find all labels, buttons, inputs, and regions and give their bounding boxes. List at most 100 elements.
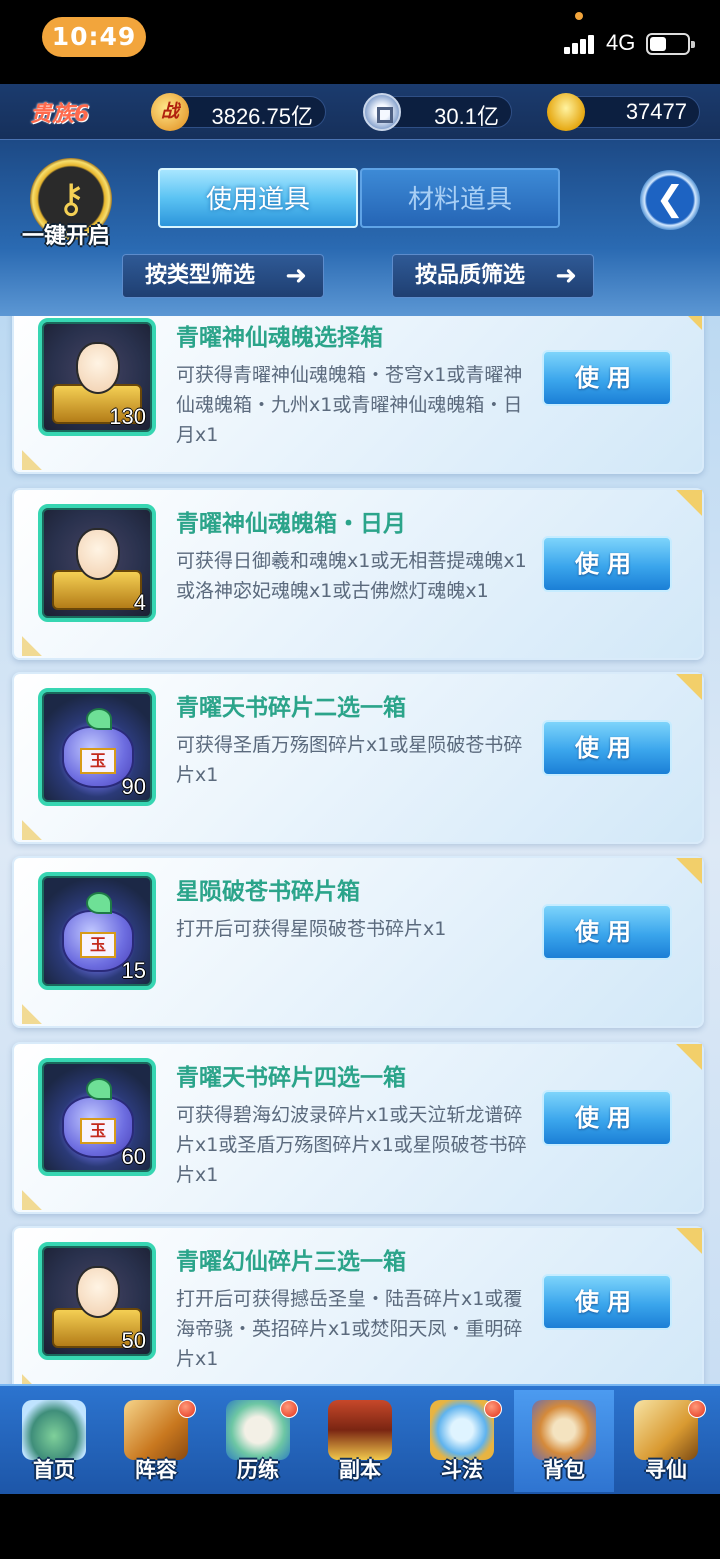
power-value: 3826.75亿 xyxy=(211,104,313,129)
status-bar: 10:49 4G xyxy=(0,0,720,84)
item-description: 可获得日御羲和魂魄x1或无相菩提魂魄x1或洛神宓妃魂魄x1或古佛燃灯魂魄x1 xyxy=(176,550,527,602)
bottom-nav: 首页 阵容 历练 副本 斗法 背包 寻仙 xyxy=(0,1384,720,1494)
use-button[interactable]: 使用 xyxy=(542,1274,672,1330)
nav-label: 阵容 xyxy=(135,1458,177,1482)
resource-bar: 贵族6 战 3826.75亿 30.1亿 37477 xyxy=(0,84,720,140)
tab-use-items[interactable]: 使用道具 xyxy=(158,168,358,228)
back-button[interactable]: ❮ xyxy=(640,170,700,230)
status-time: 10:49 xyxy=(42,17,146,57)
bag-mark: 玉 xyxy=(80,932,116,958)
corner-ornament xyxy=(668,490,702,520)
item-description: 打开后可获得撼岳圣皇・陆吾碎片x1或覆海帝骁・英招碎片x1或焚阳天凤・重明碎片x… xyxy=(176,1288,523,1370)
home-island-icon xyxy=(22,1400,86,1460)
use-button[interactable]: 使用 xyxy=(542,720,672,776)
bag-mark: 玉 xyxy=(80,748,116,774)
item-name: 青曜神仙魂魄箱・日月 xyxy=(176,511,406,537)
back-arrow-icon: ❮ xyxy=(655,179,685,219)
portrait-icon xyxy=(76,1266,120,1318)
dungeon-gate-icon xyxy=(328,1400,392,1460)
nav-label: 斗法 xyxy=(441,1458,483,1482)
gold-value: 37477 xyxy=(625,99,687,124)
system-gesture-area xyxy=(0,1494,720,1559)
corner-ornament xyxy=(668,1228,702,1258)
item-card: 130 青曜神仙魂魄选择箱 可获得青曜神仙魂魄箱・苍穹x1或青曜神仙魂魄箱・九州… xyxy=(12,316,704,474)
coin-value: 30.1亿 xyxy=(434,104,499,129)
use-button[interactable]: 使用 xyxy=(542,1090,672,1146)
notification-dot xyxy=(688,1400,706,1418)
network-type: 4G xyxy=(606,30,636,55)
nav-seek-immortal[interactable]: 寻仙 xyxy=(616,1390,716,1492)
item-card: 50 青曜幻仙碎片三选一箱 打开后可获得撼岳圣皇・陆吾碎片x1或覆海帝骁・英招碎… xyxy=(12,1226,704,1384)
bag-header: ⚷ 一键开启 使用道具 材料道具 ❮ 按类型筛选 ➜ 按品质筛选 ➜ xyxy=(0,140,720,320)
item-count: 50 xyxy=(121,1328,146,1353)
use-button[interactable]: 使用 xyxy=(542,350,672,406)
item-list[interactable]: 130 青曜神仙魂魄选择箱 可获得青曜神仙魂魄箱・苍穹x1或青曜神仙魂魄箱・九州… xyxy=(0,316,720,1384)
corner-ornament xyxy=(668,316,702,334)
nav-label: 副本 xyxy=(339,1458,381,1482)
nav-label: 历练 xyxy=(237,1458,279,1482)
filter-by-quality-button[interactable]: 按品质筛选 ➜ xyxy=(392,254,594,298)
arrow-right-icon: ➜ xyxy=(555,261,577,291)
battery-icon xyxy=(646,33,695,55)
item-count: 15 xyxy=(121,958,146,983)
item-icon[interactable]: 50 xyxy=(38,1242,156,1360)
nav-label: 寻仙 xyxy=(645,1458,687,1482)
nav-training[interactable]: 历练 xyxy=(208,1390,308,1492)
nav-label: 首页 xyxy=(33,1458,75,1482)
item-icon[interactable]: 玉 15 xyxy=(38,872,156,990)
nav-bag[interactable]: 背包 xyxy=(514,1390,614,1492)
leaf-icon xyxy=(86,892,112,914)
power-counter: 战 3826.75亿 xyxy=(151,93,326,131)
nav-dungeon[interactable]: 副本 xyxy=(310,1390,410,1492)
corner-ornament xyxy=(22,814,52,840)
item-name: 青曜幻仙碎片三选一箱 xyxy=(176,1249,406,1275)
item-description: 可获得青曜神仙魂魄箱・苍穹x1或青曜神仙魂魄箱・九州x1或青曜神仙魂魄箱・日月x… xyxy=(176,364,523,446)
item-card: 4 青曜神仙魂魄箱・日月 可获得日御羲和魂魄x1或无相菩提魂魄x1或洛神宓妃魂魄… xyxy=(12,488,704,660)
item-description: 打开后可获得星陨破苍书碎片x1 xyxy=(176,918,447,940)
corner-ornament xyxy=(668,1044,702,1074)
item-count: 130 xyxy=(109,404,146,429)
item-icon[interactable]: 130 xyxy=(38,318,156,436)
coin-counter: 30.1亿 xyxy=(363,93,512,131)
one-key-open-label[interactable]: 一键开启 xyxy=(22,218,110,250)
item-count: 90 xyxy=(121,774,146,799)
use-button[interactable]: 使用 xyxy=(542,904,672,960)
filter-by-type-button[interactable]: 按类型筛选 ➜ xyxy=(122,254,324,298)
notification-dot xyxy=(280,1400,298,1418)
use-button[interactable]: 使用 xyxy=(542,536,672,592)
portrait-icon xyxy=(76,528,120,580)
power-icon: 战 xyxy=(151,93,189,131)
tab-material-items[interactable]: 材料道具 xyxy=(360,168,560,228)
corner-ornament xyxy=(668,858,702,888)
item-description: 可获得碧海幻波录碎片x1或天泣斩龙谱碎片x1或圣盾万殇图碎片x1或星陨破苍书碎片… xyxy=(176,1104,527,1186)
filter-by-quality-label: 按品质筛选 xyxy=(415,263,526,288)
coin-icon xyxy=(363,93,401,131)
item-icon[interactable]: 玉 60 xyxy=(38,1058,156,1176)
item-name: 青曜天书碎片四选一箱 xyxy=(176,1065,406,1091)
nav-home[interactable]: 首页 xyxy=(4,1390,104,1492)
item-count: 4 xyxy=(133,590,146,615)
gold-counter: 37477 xyxy=(547,93,700,131)
arrow-right-icon: ➜ xyxy=(285,261,307,291)
filter-by-type-label: 按类型筛选 xyxy=(145,263,256,288)
corner-ornament xyxy=(22,444,52,470)
item-count: 60 xyxy=(121,1144,146,1169)
item-card: 玉 60 青曜天书碎片四选一箱 可获得碧海幻波录碎片x1或天泣斩龙谱碎片x1或圣… xyxy=(12,1042,704,1214)
bag-icon xyxy=(532,1400,596,1460)
notification-dot xyxy=(484,1400,502,1418)
item-icon[interactable]: 4 xyxy=(38,504,156,622)
corner-ornament xyxy=(22,998,52,1024)
portrait-icon xyxy=(76,342,120,394)
gold-ingot-icon xyxy=(547,93,585,131)
privacy-indicator-icon xyxy=(575,12,583,20)
notification-dot xyxy=(178,1400,196,1418)
item-name: 青曜天书碎片二选一箱 xyxy=(176,695,406,721)
nav-label: 背包 xyxy=(543,1458,585,1482)
nav-battle[interactable]: 斗法 xyxy=(412,1390,512,1492)
item-icon[interactable]: 玉 90 xyxy=(38,688,156,806)
corner-ornament xyxy=(22,630,52,656)
bag-mark: 玉 xyxy=(80,1118,116,1144)
vip-level[interactable]: 贵族6 xyxy=(30,96,89,128)
nav-lineup[interactable]: 阵容 xyxy=(106,1390,206,1492)
item-description: 可获得圣盾万殇图碎片x1或星陨破苍书碎片x1 xyxy=(176,734,523,786)
